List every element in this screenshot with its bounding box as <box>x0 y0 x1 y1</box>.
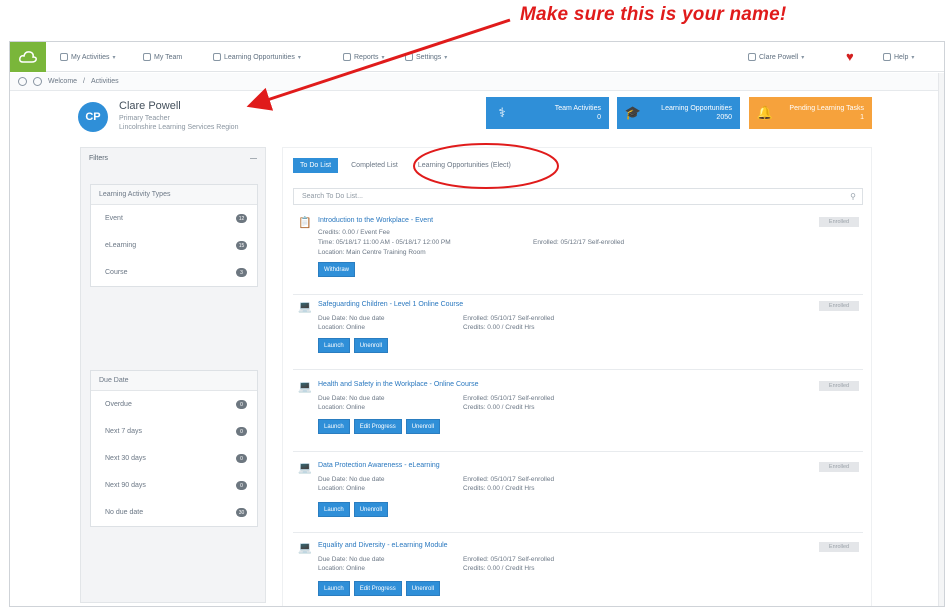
breadcrumb-welcome[interactable]: Welcome <box>48 78 77 85</box>
tab-learning-opportunities[interactable]: Learning Opportunities (Elect) <box>411 158 518 173</box>
tab-bar: To Do List Completed List Learning Oppor… <box>293 158 518 173</box>
due-date-card: Due Date Overdue 0 Next 7 days 0 Next 30 d… <box>90 370 258 527</box>
main-content: To Do List Completed List Learning Oppor… <box>282 147 872 606</box>
list-item: 💻 Data Protection Awareness - eLearning … <box>293 459 863 533</box>
tile-learning-opportunities[interactable]: 🎓 Learning Opportunities 2050 <box>617 97 740 129</box>
clipboard-icon: 📋 <box>298 217 312 229</box>
nav-my-team[interactable]: My Team <box>143 51 182 63</box>
nav-reports[interactable]: Reports ▾ <box>343 51 385 63</box>
settings-circle-icon[interactable] <box>33 77 42 86</box>
laptop-icon: 💻 <box>298 301 312 313</box>
tab-completed-list[interactable]: Completed List <box>344 158 405 173</box>
item-title[interactable]: Introduction to the Workplace - Event <box>318 217 433 224</box>
launch-button[interactable]: Launch <box>318 502 350 517</box>
bell-icon: 🔔 <box>756 105 774 120</box>
item-title[interactable]: Health and Safety in the Workplace - Onl… <box>318 381 479 388</box>
filter-next-30[interactable]: Next 30 days 0 <box>91 445 257 472</box>
profile-name: Clare Powell <box>119 100 181 112</box>
filter-panel: Filters — Learning Activity Types Event 1… <box>80 147 266 603</box>
status-badge: Enrolled <box>819 542 859 552</box>
collapse-icon[interactable]: — <box>250 155 257 162</box>
nav-user-menu[interactable]: Clare Powell ▾ <box>748 51 804 63</box>
help-icon <box>883 53 891 61</box>
nav-my-activities[interactable]: My Activities ▾ <box>60 51 116 63</box>
filter-no-due-date[interactable]: No due date 30 <box>91 499 257 526</box>
status-badge: Enrolled <box>819 462 859 472</box>
tile-pending-tasks[interactable]: 🔔 Pending Learning Tasks 1 <box>749 97 872 129</box>
nav-settings[interactable]: Settings ▾ <box>405 51 447 63</box>
user-icon <box>748 53 756 61</box>
launch-button[interactable]: Launch <box>318 581 350 596</box>
mortarboard-icon: 🎓 <box>624 105 642 120</box>
filter-elearning[interactable]: eLearning 15 <box>91 232 257 259</box>
chevron-down-icon: ▾ <box>801 54 805 61</box>
launch-button[interactable]: Launch <box>318 419 350 434</box>
filter-next-7[interactable]: Next 7 days 0 <box>91 418 257 445</box>
cloud-logo-icon <box>19 51 37 63</box>
search-input[interactable]: Search To Do List... ⚲ <box>293 188 863 205</box>
unenroll-button[interactable]: Unenroll <box>353 502 389 517</box>
team-icon <box>143 53 151 61</box>
stethoscope-icon: ⚕ <box>498 105 506 120</box>
list-item: 💻 Safeguarding Children - Level 1 Online… <box>293 298 863 370</box>
chevron-down-icon: ▾ <box>444 54 448 61</box>
chart-icon <box>343 53 351 61</box>
search-icon[interactable]: ⚲ <box>850 192 856 201</box>
top-navigation: My Activities ▾ My Team Learning Opportun… <box>10 42 944 72</box>
list-item: 💻 Health and Safety in the Workplace - O… <box>293 378 863 452</box>
unenroll-button[interactable]: Unenroll <box>405 419 441 434</box>
chevron-down-icon: ▾ <box>381 54 385 61</box>
app-logo[interactable] <box>10 42 46 72</box>
edit-progress-button[interactable]: Edit Progress <box>353 581 402 596</box>
filter-event[interactable]: Event 12 <box>91 205 257 232</box>
app-window: My Activities ▾ My Team Learning Opportun… <box>9 41 945 607</box>
status-badge: Enrolled <box>819 381 859 391</box>
breadcrumb-activities: Activities <box>91 78 119 85</box>
nav-learning-opportunities[interactable]: Learning Opportunities ▾ <box>213 51 301 63</box>
chevron-down-icon: ▾ <box>112 54 116 61</box>
breadcrumb: Welcome / Activities <box>10 73 944 91</box>
avatar[interactable]: CP <box>78 102 108 132</box>
filter-course[interactable]: Course 3 <box>91 259 257 286</box>
due-date-title: Due Date <box>91 371 257 391</box>
laptop-icon: 💻 <box>298 381 312 393</box>
unenroll-button[interactable]: Unenroll <box>405 581 441 596</box>
tab-to-do-list[interactable]: To Do List <box>293 158 339 173</box>
launch-button[interactable]: Launch <box>318 338 350 353</box>
profile-role: Primary Teacher <box>119 115 170 122</box>
home-icon[interactable] <box>18 77 27 86</box>
item-title[interactable]: Equality and Diversity - eLearning Modul… <box>318 542 448 549</box>
edit-progress-button[interactable]: Edit Progress <box>353 419 402 434</box>
laptop-icon: 💻 <box>298 542 312 554</box>
nav-help[interactable]: Help ▾ <box>883 51 914 63</box>
phone-icon <box>213 53 221 61</box>
item-title[interactable]: Data Protection Awareness - eLearning <box>318 462 440 469</box>
gear-icon <box>405 53 413 61</box>
unenroll-button[interactable]: Unenroll <box>353 338 389 353</box>
annotation-text: Make sure this is your name! <box>520 4 787 25</box>
status-badge: Enrolled <box>819 217 859 227</box>
tile-team-activities[interactable]: ⚕ Team Activities 0 <box>486 97 609 129</box>
withdraw-button[interactable]: Withdraw <box>318 262 356 277</box>
page-scrollbar[interactable] <box>938 73 944 606</box>
profile-org: Lincolnshire Learning Services Region <box>119 124 239 131</box>
list-item: 💻 Equality and Diversity - eLearning Mod… <box>293 539 863 605</box>
filter-overdue[interactable]: Overdue 0 <box>91 391 257 418</box>
chevron-down-icon: ▾ <box>297 54 301 61</box>
laptop-icon: 💻 <box>298 462 312 474</box>
item-title[interactable]: Safeguarding Children - Level 1 Online C… <box>318 301 463 308</box>
activity-types-title: Learning Activity Types <box>91 185 257 205</box>
activity-types-card: Learning Activity Types Event 12 eLearnin… <box>90 184 258 287</box>
heart-icon: ♥ <box>846 49 854 64</box>
chevron-down-icon: ▾ <box>911 54 915 61</box>
filter-header[interactable]: Filters — <box>81 148 265 168</box>
list-item: 📋 Introduction to the Workplace - Event … <box>293 214 863 295</box>
filter-next-90[interactable]: Next 90 days 0 <box>91 472 257 499</box>
grid-icon <box>60 53 68 61</box>
status-badge: Enrolled <box>819 301 859 311</box>
